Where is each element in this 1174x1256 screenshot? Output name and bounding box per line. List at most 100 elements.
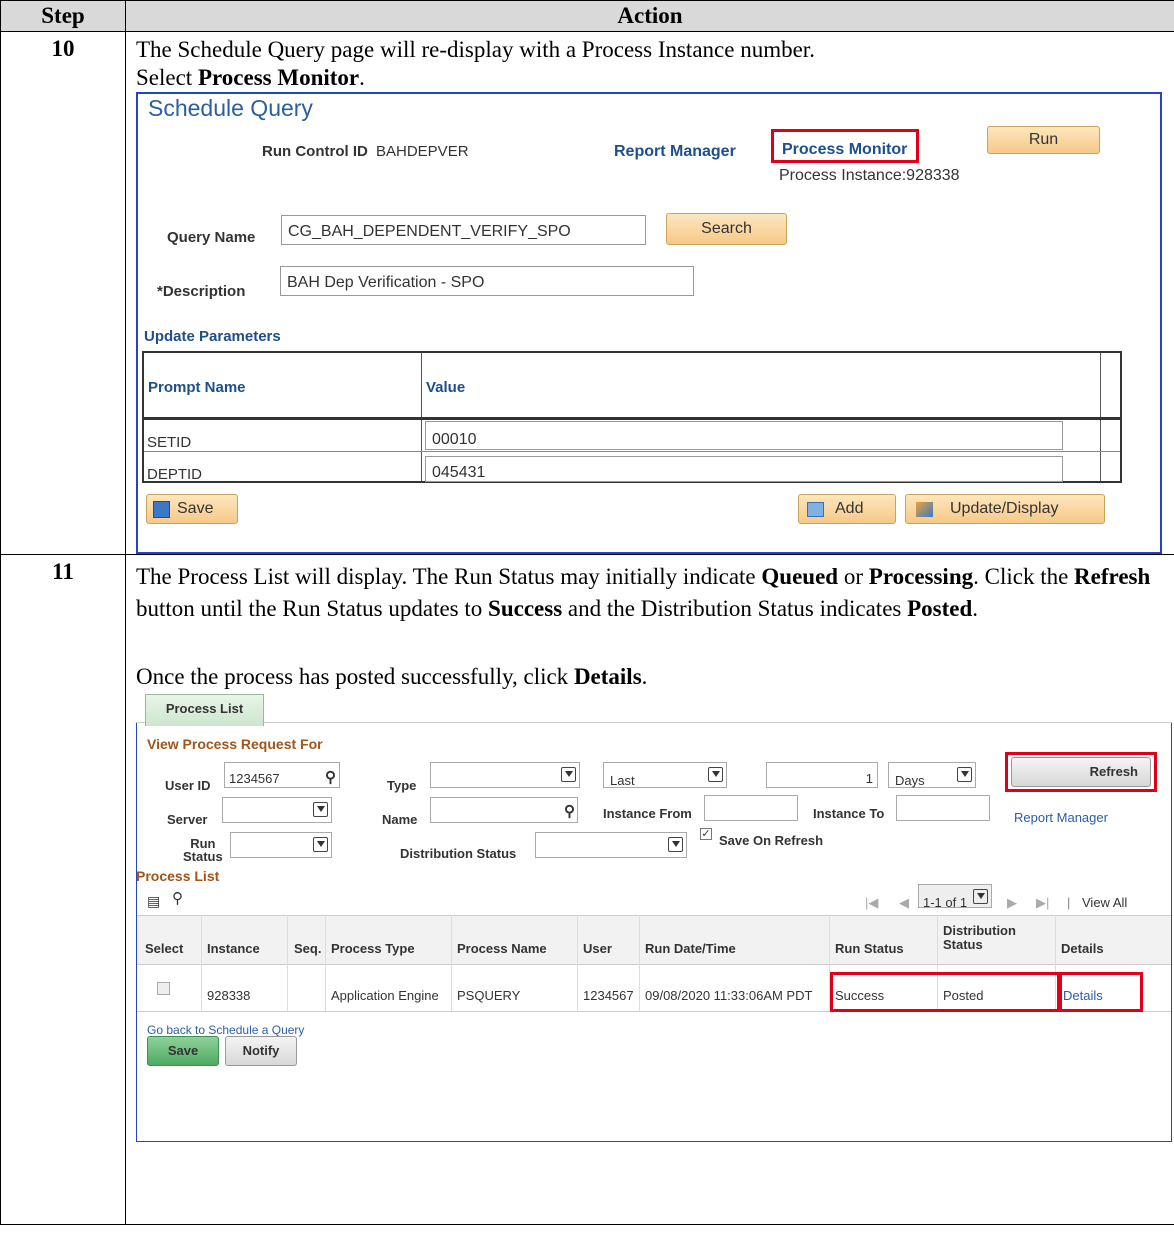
column-header: Details — [1061, 941, 1104, 956]
view-process-request-heading: View Process Request For — [147, 736, 323, 752]
save-on-refresh-label: Save On Refresh — [719, 833, 824, 848]
server-select[interactable] — [222, 797, 332, 823]
search-icon[interactable]: ⚲ — [172, 885, 183, 913]
table-header-row: Step Action — [0, 0, 1174, 32]
floppy-disk-icon — [153, 501, 170, 518]
run-control-value: BAHDEPVER — [376, 143, 469, 160]
query-name-input[interactable]: CG_BAH_DEPENDENT_VERIFY_SPO — [281, 215, 646, 245]
tab-process-list[interactable]: Process List — [145, 694, 264, 726]
report-manager-link[interactable]: Report Manager — [614, 138, 736, 166]
run-status-select[interactable] — [230, 832, 332, 858]
next-page-icon[interactable]: ▶ — [1007, 889, 1017, 917]
prompt-value-input[interactable]: 045431 — [425, 456, 1063, 482]
save-button[interactable]: Save — [146, 494, 238, 524]
step-number: 11 — [0, 554, 126, 1225]
last-select[interactable]: Last — [603, 762, 727, 788]
prompt-name-cell: DEPTID — [147, 466, 203, 483]
column-header: Run Date/Time — [645, 941, 736, 956]
instance-to-label: Instance To — [813, 806, 885, 821]
add-button-label: Add — [835, 500, 864, 517]
search-icon[interactable]: ⚲ — [564, 798, 575, 826]
step-table-document: Step Action 10 The Schedule Query page w… — [0, 0, 1174, 1256]
page-title: Schedule Query — [148, 95, 313, 121]
instruction-emphasis: Queued — [761, 564, 839, 589]
prompt-value-input[interactable]: 00010 — [425, 421, 1063, 450]
instruction-fragment: . — [641, 664, 648, 689]
column-header: Instance — [207, 941, 260, 956]
user-cell: 1234567 — [583, 988, 634, 1003]
instruction-fragment: . Click the — [973, 564, 1075, 589]
step-action: The Process List will display. The Run S… — [125, 554, 1174, 1225]
value-column-header: Value — [426, 379, 466, 396]
refresh-button[interactable]: Refresh — [1011, 757, 1151, 787]
chevron-down-icon — [668, 837, 683, 852]
instance-from-input[interactable] — [704, 795, 798, 821]
save-button-label: Save — [177, 500, 214, 517]
instruction-emphasis: Success — [488, 596, 563, 621]
previous-page-icon[interactable]: ◀ — [899, 889, 909, 917]
column-header: Distribution Status — [943, 923, 1016, 952]
update-display-icon — [916, 502, 933, 517]
action-column-header: Action — [125, 0, 1174, 32]
column-header: Process Name — [457, 941, 547, 956]
days-select-value: Days — [895, 773, 925, 788]
last-select-value: Last — [610, 773, 635, 788]
step-row-11: 11 The Process List will display. The Ru… — [0, 554, 1174, 1225]
type-label: Type — [387, 778, 417, 793]
column-header: Select — [145, 941, 184, 956]
days-select[interactable]: Days — [888, 762, 976, 788]
save-on-refresh-checkbox[interactable]: ✓ — [700, 828, 712, 840]
name-label: Name — [382, 812, 418, 827]
instruction-emphasis: Processing — [868, 564, 974, 589]
view-all-link[interactable]: View All — [1082, 889, 1127, 917]
user-id-label: User ID — [165, 778, 211, 793]
instruction-emphasis: Posted — [907, 596, 973, 621]
instruction-text: Select Process Monitor. — [136, 64, 1168, 92]
name-input[interactable] — [430, 797, 578, 823]
distribution-status-select[interactable] — [535, 832, 687, 858]
search-icon[interactable]: ⚲ — [325, 764, 336, 792]
instance-to-input[interactable] — [896, 795, 990, 821]
instruction-fragment: button until the Run Status updates to — [136, 596, 489, 621]
run-button[interactable]: Run — [987, 126, 1100, 154]
column-header: User — [583, 941, 612, 956]
prompt-name-column-header: Prompt Name — [148, 379, 246, 396]
chevron-down-icon — [973, 889, 988, 904]
step-column-header: Step — [0, 0, 126, 32]
days-count-input[interactable]: 1 — [766, 762, 878, 788]
update-display-button[interactable]: Update/Display — [905, 494, 1105, 524]
type-select[interactable] — [430, 762, 580, 788]
save-button[interactable]: Save — [147, 1036, 219, 1066]
instruction-fragment: Select — [136, 65, 198, 90]
instance-cell: 928338 — [207, 988, 251, 1003]
user-id-input[interactable]: 1234567 — [224, 762, 340, 788]
step-number: 10 — [0, 31, 126, 555]
process-monitor-link[interactable]: Process Monitor — [782, 136, 907, 164]
instruction-emphasis: Process Monitor — [197, 65, 360, 90]
column-header: Process Type — [331, 941, 415, 956]
update-display-button-label: Update/Display — [950, 500, 1059, 517]
pager-select[interactable]: 1-1 of 1 — [918, 884, 992, 910]
column-header: Seq. — [294, 941, 322, 956]
chevron-down-icon — [313, 802, 328, 817]
row-select-checkbox[interactable] — [157, 982, 170, 995]
report-manager-link[interactable]: Report Manager — [1014, 804, 1108, 832]
add-icon — [807, 502, 824, 517]
column-header: Run Status — [835, 941, 904, 956]
step-table: Step Action 10 The Schedule Query page w… — [0, 0, 1174, 1225]
details-link[interactable]: Details — [1063, 982, 1103, 1010]
search-button[interactable]: Search — [666, 213, 787, 245]
chevron-down-icon — [708, 767, 723, 782]
first-page-icon[interactable]: |◀ — [865, 889, 878, 917]
instance-from-label: Instance From — [603, 806, 692, 821]
process-type-cell: Application Engine — [331, 988, 439, 1003]
pager-divider: | — [1067, 895, 1071, 910]
description-input[interactable]: BAH Dep Verification - SPO — [280, 266, 694, 296]
schedule-query-screenshot: Schedule Query Run Control ID BAHDEPVER … — [136, 92, 1162, 554]
instruction-emphasis: Details — [573, 664, 642, 689]
distribution-status-label: Distribution Status — [400, 846, 517, 861]
add-button[interactable]: Add — [798, 494, 896, 524]
grid-personalize-icon[interactable]: ▤ — [147, 887, 160, 915]
last-page-icon[interactable]: ▶| — [1036, 889, 1049, 917]
notify-button[interactable]: Notify — [225, 1036, 297, 1066]
